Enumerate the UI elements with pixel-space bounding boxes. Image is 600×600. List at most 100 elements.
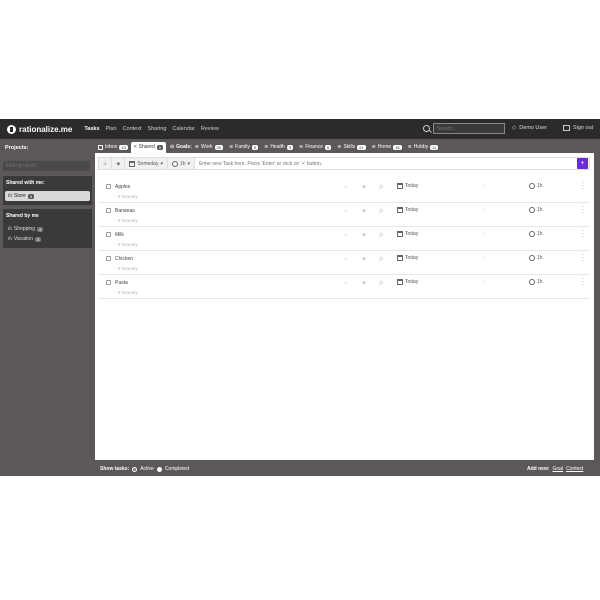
duration-value: 1h [537,231,543,237]
tab-goal-work[interactable]: ≋ Work 26 [192,142,226,152]
tab-goal-skills[interactable]: ≋ Skills 21 [334,142,368,152]
task-row[interactable]: Pasta # Grocery ♨ ◈ ◎ Today ♡ 1h · · · [98,275,590,299]
task-project[interactable]: # Grocery [118,290,138,295]
task-date[interactable]: Today [397,207,418,213]
more-options-icon[interactable]: · · · [582,180,584,192]
task-checkbox[interactable] [106,208,111,213]
diamond-icon: ◇ [512,125,517,131]
task-project[interactable]: # Grocery [118,194,138,199]
diamond-icon[interactable]: ◈ [362,184,366,190]
context-icon[interactable]: ◎ [379,232,383,238]
flame-icon[interactable]: ♨ [344,256,348,262]
energy-toggle[interactable]: ♨ [99,158,113,169]
goal-icon[interactable]: ♡ [482,256,486,262]
diamond-icon[interactable]: ◈ [362,208,366,214]
new-task-input[interactable] [195,158,577,169]
goal-icon[interactable]: ♡ [482,232,486,238]
goal-icon[interactable]: ♡ [482,184,486,190]
tab-goal-finance[interactable]: ≋ Finance 6 [296,142,334,152]
task-name[interactable]: Pasta [115,280,128,286]
tab-inbox[interactable]: Inbox 13 [95,142,131,152]
goal-icon[interactable]: ♡ [482,208,486,214]
diamond-icon[interactable]: ◈ [362,256,366,262]
task-checkbox[interactable] [106,184,111,189]
task-project[interactable]: # Grocery [118,218,138,223]
inbox-icon [98,144,103,150]
add-context-link[interactable]: Context [566,466,583,472]
search-icon[interactable] [423,125,430,132]
task-name[interactable]: Bananas [115,208,135,214]
tab-goal-hobby[interactable]: ≋ Hobby 11 [405,142,442,152]
task-name[interactable]: Milk [115,232,124,238]
goal-icon[interactable]: ♡ [482,280,486,286]
task-name[interactable]: Apples [115,184,130,190]
tab-goal-family[interactable]: ≋ Family 5 [226,142,261,152]
task-panel: ♨ ◈ Someday ▾ 1h ▾ + Apples # Grocery ♨ ◈ ◎ T… [95,153,594,460]
task-checkbox[interactable] [106,280,111,285]
more-options-icon[interactable]: · · · [582,204,584,216]
tab-goal-home[interactable]: ≋ Home 16 [369,142,405,152]
diamond-icon[interactable]: ◈ [362,232,366,238]
task-date[interactable]: Today [397,279,418,285]
task-date[interactable]: Today [397,183,418,189]
tab-goal-health[interactable]: ≋ Health 3 [261,142,296,152]
add-goal-link[interactable]: Goal [553,466,564,472]
nav-review[interactable]: Review [201,126,219,132]
search-input[interactable] [433,123,505,134]
goals-label-text: Goals: [176,144,192,150]
task-checkbox[interactable] [106,256,111,261]
user-menu[interactable]: ◇ Demo User [512,125,547,131]
layers-icon: ≋ [337,144,342,150]
radio-active[interactable] [132,466,138,472]
nav-calendar[interactable]: Calendar [173,126,195,132]
nav-tasks[interactable]: Tasks [84,126,99,132]
task-duration[interactable]: 1h [529,207,543,213]
when-dropdown[interactable]: Someday ▾ [125,158,168,169]
flame-icon[interactable]: ♨ [344,280,348,286]
nav-plan[interactable]: Plan [106,126,117,132]
task-row[interactable]: Chicken # Grocery ♨ ◈ ◎ Today ♡ 1h · · · [98,251,590,275]
add-task-button[interactable]: + [577,158,588,169]
tab-shared[interactable]: < Shared 5 [130,141,166,153]
context-icon[interactable]: ◎ [379,184,383,190]
task-duration[interactable]: 1h [529,255,543,261]
radio-active-label[interactable]: Active [140,466,154,472]
context-icon[interactable]: ◎ [379,208,383,214]
more-options-icon[interactable]: · · · [582,228,584,240]
sign-out-button[interactable]: Sign out [563,125,593,131]
task-duration[interactable]: 1h [529,183,543,189]
clock-icon [529,231,535,237]
task-duration[interactable]: 1h [529,231,543,237]
sidebar-item-shopping[interactable]: ılı Shopping 4 [5,224,90,234]
radio-completed[interactable] [156,466,162,472]
flame-icon[interactable]: ♨ [344,208,348,214]
more-options-icon[interactable]: · · · [582,276,584,288]
sidebar-item-store[interactable]: ılı Store 5 [5,191,90,201]
task-row[interactable]: Bananas # Grocery ♨ ◈ ◎ Today ♡ 1h · · · [98,203,590,227]
radio-completed-label[interactable]: Completed [165,466,189,472]
priority-toggle[interactable]: ◈ [112,158,126,169]
context-icon[interactable]: ◎ [379,280,383,286]
flame-icon[interactable]: ♨ [344,232,348,238]
flame-icon[interactable]: ♨ [344,184,348,190]
task-project[interactable]: # Grocery [118,266,138,271]
target-icon: ⊙ [169,144,175,150]
more-options-icon[interactable]: · · · [582,252,584,264]
task-row[interactable]: Milk # Grocery ♨ ◈ ◎ Today ♡ 1h · · · [98,227,590,251]
context-icon[interactable]: ◎ [379,256,383,262]
task-duration[interactable]: 1h [529,279,543,285]
task-date[interactable]: Today [397,231,418,237]
task-name[interactable]: Chicken [115,256,133,262]
task-checkbox[interactable] [106,232,111,237]
task-project[interactable]: # Grocery [118,242,138,247]
duration-value: 1h [537,183,543,189]
nav-sharing[interactable]: Sharing [148,126,167,132]
nav-context[interactable]: Context [123,126,142,132]
logo[interactable]: rationalize.me [7,124,72,134]
task-date[interactable]: Today [397,255,418,261]
task-row[interactable]: Apples # Grocery ♨ ◈ ◎ Today ♡ 1h · · · [98,179,590,203]
sidebar-item-vacation[interactable]: ılı Vacation 3 [5,234,90,244]
diamond-icon[interactable]: ◈ [362,280,366,286]
project-filter-input[interactable] [3,161,90,171]
duration-dropdown[interactable]: 1h ▾ [168,158,196,169]
